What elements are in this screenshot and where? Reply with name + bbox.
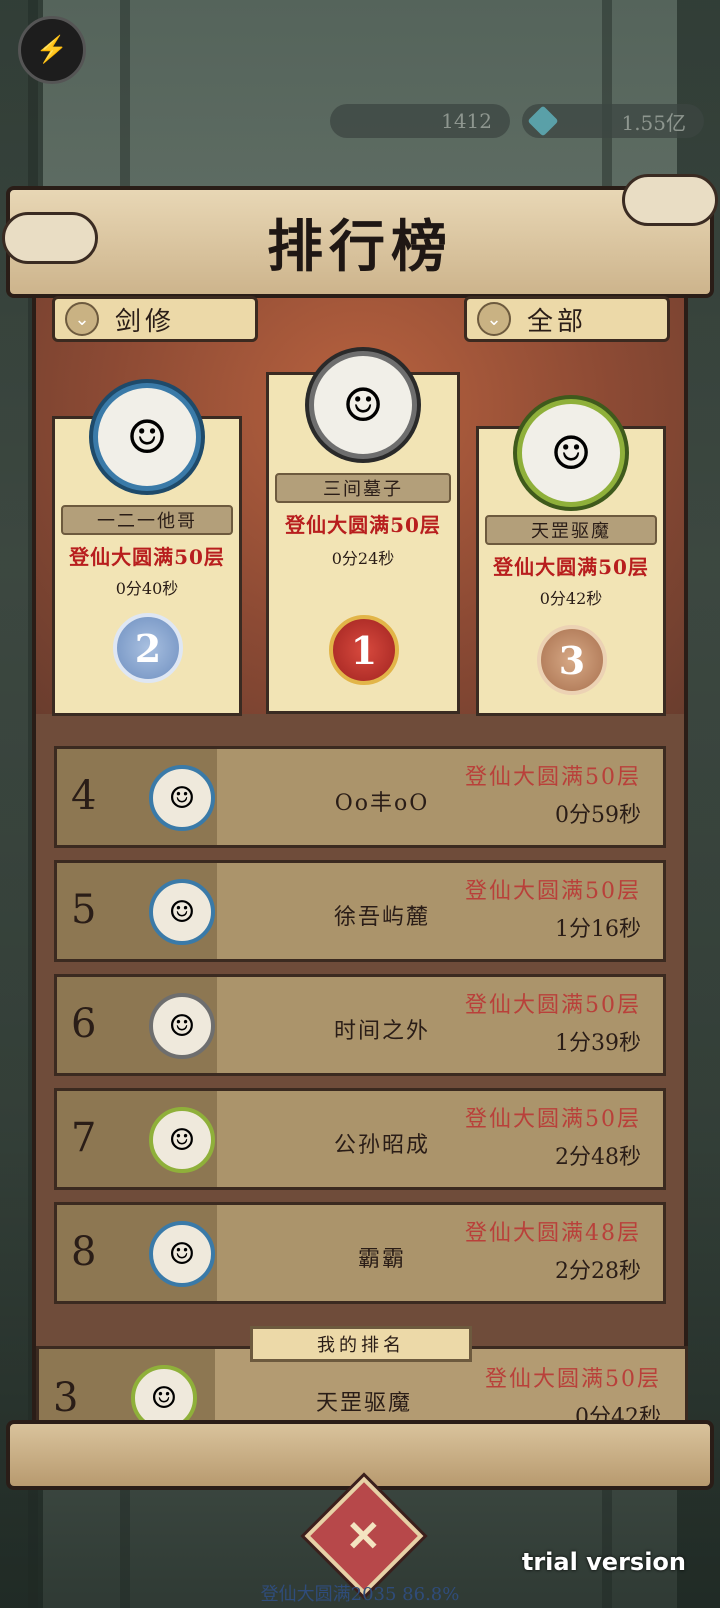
- close-icon: ✕: [346, 1511, 382, 1561]
- player-time: 2分48秒: [555, 1145, 641, 1170]
- page-title: 排行榜: [267, 214, 453, 280]
- ranking-row[interactable]: 4 ☺ Oo丰oO 登仙大圆满50层 0分59秒: [54, 746, 666, 848]
- player-avatar: ☺: [93, 383, 201, 491]
- ranking-row[interactable]: 7 ☺ 公孙昭成 登仙大圆满50层 2分48秒: [54, 1088, 666, 1190]
- player-avatar: ☺: [309, 351, 417, 459]
- top-hud: ⚡ 1412 1.55亿: [0, 0, 720, 190]
- rank-number: 6: [71, 1001, 97, 1047]
- player-avatar: ☺: [149, 879, 215, 945]
- ranking-row[interactable]: 6 ☺ 时间之外 登仙大圆满50层 1分39秒: [54, 974, 666, 1076]
- resource-value-1: 1412: [441, 109, 492, 133]
- player-name: 天罡驱魔: [315, 1391, 412, 1416]
- player-realm: 登仙大圆满50层: [465, 765, 641, 790]
- player-realm: 登仙大圆满50层: [285, 513, 441, 537]
- leaderboard-header: 排行榜: [2, 174, 718, 298]
- player-avatar: ☺: [149, 765, 215, 831]
- ranking-list: 4 ☺ Oo丰oO 登仙大圆满50层 0分59秒 5 ☺ 徐吾屿麓 登仙大圆满5…: [54, 746, 666, 1316]
- player-time: 1分16秒: [555, 917, 641, 942]
- rank-number: 8: [71, 1229, 97, 1275]
- rank-number: 4: [71, 773, 97, 819]
- rank-number: 3: [53, 1375, 79, 1421]
- chevron-down-icon: ⌄: [477, 302, 511, 336]
- player-name: 一二一他哥: [61, 505, 233, 535]
- scope-filter-label: 全部: [527, 306, 588, 337]
- player-time: 2分28秒: [555, 1259, 641, 1284]
- player-avatar: ☺: [517, 399, 625, 507]
- podium-card-rank-3[interactable]: ☺ 天罡驱魔 登仙大圆满50层 0分42秒 3: [476, 399, 666, 716]
- player-time: 0分42秒: [539, 589, 603, 608]
- trial-watermark: trial version: [521, 1548, 686, 1576]
- player-realm: 登仙大圆满50层: [465, 993, 641, 1018]
- rank-number: 5: [71, 887, 97, 933]
- scope-filter-dropdown[interactable]: ⌄ 全部: [464, 296, 670, 342]
- resource-value-2: 1.55亿: [621, 110, 686, 135]
- rank-medal-gold: 1: [329, 615, 399, 685]
- my-rank-label: 我的排名: [250, 1326, 472, 1362]
- player-realm: 登仙大圆满50层: [493, 555, 649, 579]
- class-filter-label: 剑修: [115, 306, 176, 337]
- ranking-row[interactable]: 8 ☺ 霸霸 登仙大圆满48层 2分28秒: [54, 1202, 666, 1304]
- player-name: 三间墓子: [275, 473, 451, 503]
- bottom-status-text: 登仙大圆满2035 86.8%: [260, 1584, 460, 1605]
- player-realm: 登仙大圆满50层: [465, 1107, 641, 1132]
- class-filter-dropdown[interactable]: ⌄ 剑修: [52, 296, 258, 342]
- ranking-row[interactable]: 5 ☺ 徐吾屿麓 登仙大圆满50层 1分16秒: [54, 860, 666, 962]
- player-realm: 登仙大圆满50层: [465, 879, 641, 904]
- player-avatar: ☺: [149, 993, 215, 1059]
- player-time: 0分40秒: [115, 579, 179, 598]
- player-time: 0分59秒: [555, 803, 641, 828]
- chevron-down-icon: ⌄: [65, 302, 99, 336]
- player-realm: 登仙大圆满50层: [485, 1367, 661, 1392]
- rank-medal-silver: 2: [113, 613, 183, 683]
- player-time: 1分39秒: [555, 1031, 641, 1056]
- player-time: 0分24秒: [331, 549, 395, 568]
- rank-medal-bronze: 3: [537, 625, 607, 695]
- resource-counter-2: 1.55亿: [522, 104, 704, 138]
- menu-icon[interactable]: ⚡: [18, 16, 86, 84]
- podium-card-rank-1[interactable]: ☺ 三间墓子 登仙大圆满50层 0分24秒 1: [266, 351, 460, 714]
- player-avatar: ☺: [149, 1107, 215, 1173]
- rank-number: 7: [71, 1115, 97, 1161]
- resource-counter-1: 1412: [330, 104, 510, 138]
- player-realm: 登仙大圆满50层: [69, 545, 225, 569]
- podium-card-rank-2[interactable]: ☺ 一二一他哥 登仙大圆满50层 0分40秒 2: [52, 383, 242, 716]
- gem-icon: [527, 105, 559, 137]
- player-name: 天罡驱魔: [485, 515, 657, 545]
- player-avatar: ☺: [149, 1221, 215, 1287]
- player-realm: 登仙大圆满48层: [465, 1221, 641, 1246]
